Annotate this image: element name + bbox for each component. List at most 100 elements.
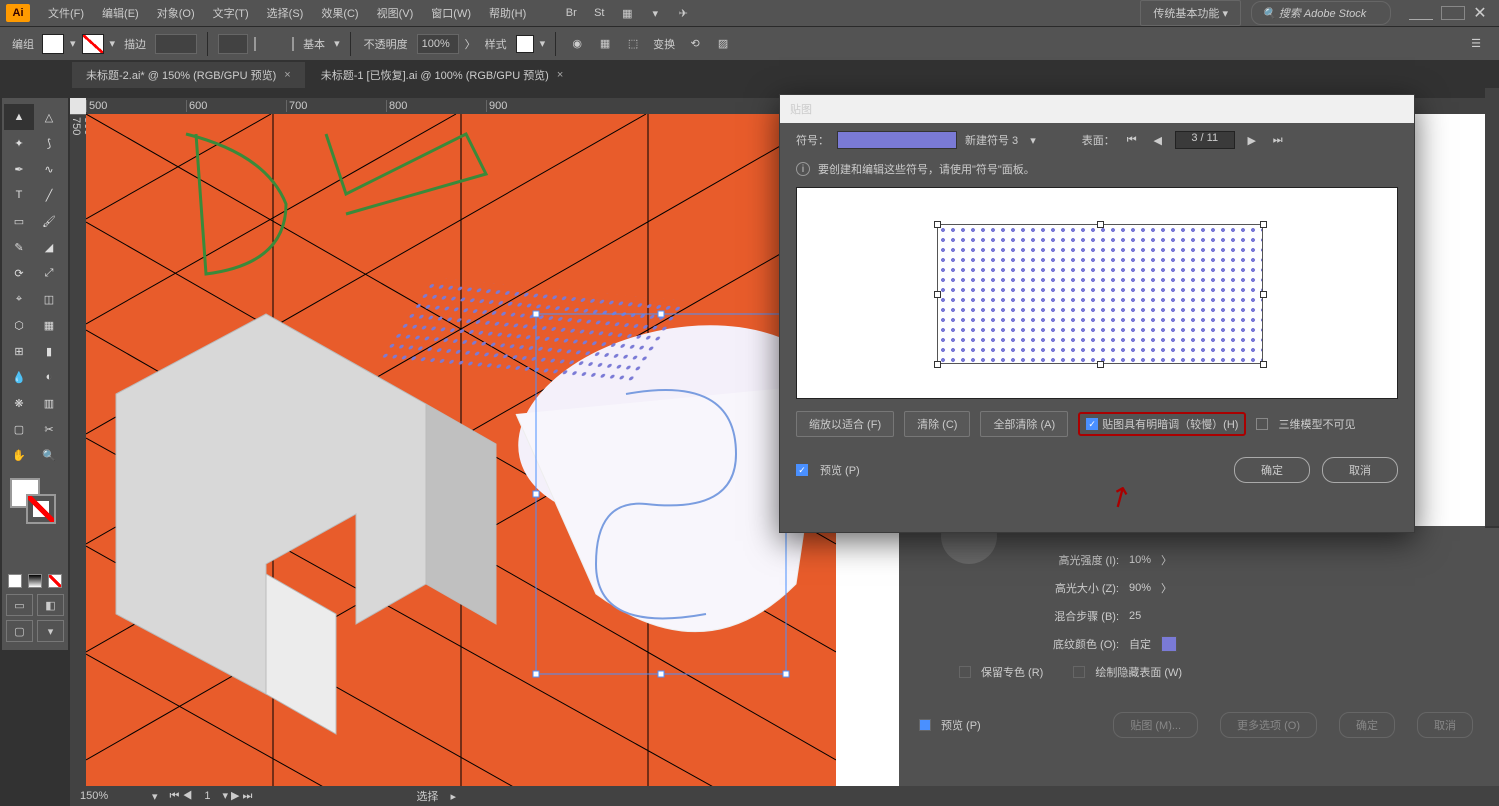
- blend-tool[interactable]: ◐: [34, 364, 64, 390]
- side-ok-button[interactable]: 确定: [1339, 712, 1395, 738]
- shape-builder-tool[interactable]: ⬡: [4, 312, 34, 338]
- symbol-sprayer-tool[interactable]: ❋: [4, 390, 34, 416]
- preview-handle[interactable]: [1260, 291, 1267, 298]
- preview-handle[interactable]: [1097, 361, 1104, 368]
- map-preview[interactable]: [796, 187, 1398, 399]
- stroke-weight[interactable]: [155, 34, 197, 54]
- opacity-input[interactable]: 100%: [417, 34, 459, 54]
- screen-mode-dd[interactable]: ▾: [37, 620, 64, 642]
- clear-all-button[interactable]: 全部清除 (A): [980, 411, 1068, 437]
- maximize-button[interactable]: [1441, 6, 1465, 20]
- shaper-tool[interactable]: ✎: [4, 234, 34, 260]
- isolate-icon[interactable]: ▨: [712, 33, 734, 55]
- more-button[interactable]: 更多选项 (O): [1220, 712, 1317, 738]
- map-button[interactable]: 贴图 (M)...: [1113, 712, 1198, 738]
- gradient-tool[interactable]: ▮: [34, 338, 64, 364]
- pen-tool[interactable]: ✒: [4, 156, 34, 182]
- close-button[interactable]: ✕: [1470, 3, 1490, 23]
- clear-button[interactable]: 清除 (C): [904, 411, 970, 437]
- mesh-tool[interactable]: ⊞: [4, 338, 34, 364]
- symbol-dropdown[interactable]: [837, 131, 957, 149]
- scale-to-fit-button[interactable]: 缩放以适合 (F): [796, 411, 894, 437]
- behind-draw-mode[interactable]: ◧: [37, 594, 64, 616]
- curvature-tool[interactable]: ∿: [34, 156, 64, 182]
- stroke-swatch[interactable]: [82, 34, 104, 54]
- color-mode[interactable]: [8, 574, 22, 588]
- preview-handle[interactable]: [934, 221, 941, 228]
- right-panel-strip[interactable]: [1485, 88, 1499, 528]
- none-mode[interactable]: [48, 574, 62, 588]
- first-surface-button[interactable]: ⏮: [1123, 131, 1141, 149]
- artboard-page[interactable]: 1: [204, 790, 210, 802]
- zoom-tool[interactable]: 🔍: [34, 442, 64, 468]
- panel-menu-icon[interactable]: ☰: [1465, 33, 1487, 55]
- search-input[interactable]: 🔍 搜索 Adobe Stock: [1251, 1, 1391, 25]
- tab-inactive[interactable]: 未标题-1 [已恢复].ai @ 100% (RGB/GPU 预览)×: [307, 62, 578, 88]
- shade-checkbox[interactable]: ✓: [1086, 418, 1098, 430]
- normal-draw-mode[interactable]: ▭: [6, 594, 33, 616]
- preview-handle[interactable]: [1260, 361, 1267, 368]
- menu-file[interactable]: 文件(F): [40, 1, 92, 25]
- type-tool[interactable]: T: [4, 182, 34, 208]
- eyedropper-tool[interactable]: 💧: [4, 364, 34, 390]
- last-surface-button[interactable]: ⏭: [1269, 131, 1287, 149]
- send-icon[interactable]: ✈: [673, 3, 693, 23]
- screen-mode[interactable]: ▢: [6, 620, 33, 642]
- preview-handle[interactable]: [1260, 221, 1267, 228]
- rectangle-tool[interactable]: ▭: [4, 208, 34, 234]
- stock-icon[interactable]: St: [589, 3, 609, 23]
- zoom-level[interactable]: 150%: [80, 790, 140, 802]
- paintbrush-tool[interactable]: 🖌: [34, 208, 64, 234]
- minimize-button[interactable]: [1409, 6, 1433, 20]
- menu-effect[interactable]: 效果(C): [313, 1, 366, 25]
- profile-preview[interactable]: [218, 34, 248, 54]
- artboard-tool[interactable]: ▢: [4, 416, 34, 442]
- fill-swatch[interactable]: [42, 34, 64, 54]
- dialog-titlebar[interactable]: 贴图: [780, 95, 1414, 123]
- tab-close-icon[interactable]: ×: [557, 69, 563, 81]
- stroke-color[interactable]: [26, 494, 56, 524]
- menu-view[interactable]: 视图(V): [369, 1, 422, 25]
- shape-icon[interactable]: ⬚: [622, 33, 644, 55]
- invisible-checkbox[interactable]: [1256, 418, 1268, 430]
- gradient-mode[interactable]: [28, 574, 42, 588]
- style-swatch[interactable]: [516, 35, 534, 53]
- column-graph-tool[interactable]: ▥: [34, 390, 64, 416]
- preserve-checkbox[interactable]: [959, 666, 971, 678]
- free-transform-tool[interactable]: ◫: [34, 286, 64, 312]
- pattern-preview[interactable]: [937, 224, 1263, 364]
- preview-checkbox[interactable]: ✓: [796, 464, 808, 476]
- scale-tool[interactable]: ⤢: [34, 260, 64, 286]
- width-tool[interactable]: ⌖: [4, 286, 34, 312]
- magic-wand-tool[interactable]: ✦: [4, 130, 34, 156]
- direct-selection-tool[interactable]: △: [34, 104, 64, 130]
- side-cancel-button[interactable]: 取消: [1417, 712, 1473, 738]
- menu-window[interactable]: 窗口(W): [423, 1, 479, 25]
- slice-tool[interactable]: ✂: [34, 416, 64, 442]
- bridge-icon[interactable]: Br: [561, 3, 581, 23]
- tab-close-icon[interactable]: ×: [284, 69, 290, 81]
- eraser-tool[interactable]: ◢: [34, 234, 64, 260]
- next-surface-button[interactable]: ▶: [1243, 131, 1261, 149]
- menu-object[interactable]: 对象(O): [149, 1, 203, 25]
- preview-handle[interactable]: [1097, 221, 1104, 228]
- cancel-button[interactable]: 取消: [1322, 457, 1398, 483]
- preview-checkbox[interactable]: [919, 719, 931, 731]
- menu-edit[interactable]: 编辑(E): [94, 1, 147, 25]
- menu-help[interactable]: 帮助(H): [481, 1, 534, 25]
- workspace-switcher[interactable]: 传统基本功能 ▾: [1140, 0, 1241, 26]
- line-tool[interactable]: ╱: [34, 182, 64, 208]
- hand-tool[interactable]: ✋: [4, 442, 34, 468]
- perspective-tool[interactable]: ▦: [34, 312, 64, 338]
- tab-active[interactable]: 未标题-2.ai* @ 150% (RGB/GPU 预览)×: [72, 62, 305, 88]
- surface-pager[interactable]: 3 / 11: [1175, 131, 1235, 149]
- preview-handle[interactable]: [934, 361, 941, 368]
- base-color-swatch[interactable]: [1161, 636, 1177, 652]
- arrange-icon[interactable]: ▦: [617, 3, 637, 23]
- recolor-icon[interactable]: ◉: [566, 33, 588, 55]
- align-icon[interactable]: ▦: [594, 33, 616, 55]
- menu-select[interactable]: 选择(S): [259, 1, 312, 25]
- selection-tool[interactable]: ▲: [4, 104, 34, 130]
- preview-handle[interactable]: [934, 291, 941, 298]
- transform-icon[interactable]: ⟲: [684, 33, 706, 55]
